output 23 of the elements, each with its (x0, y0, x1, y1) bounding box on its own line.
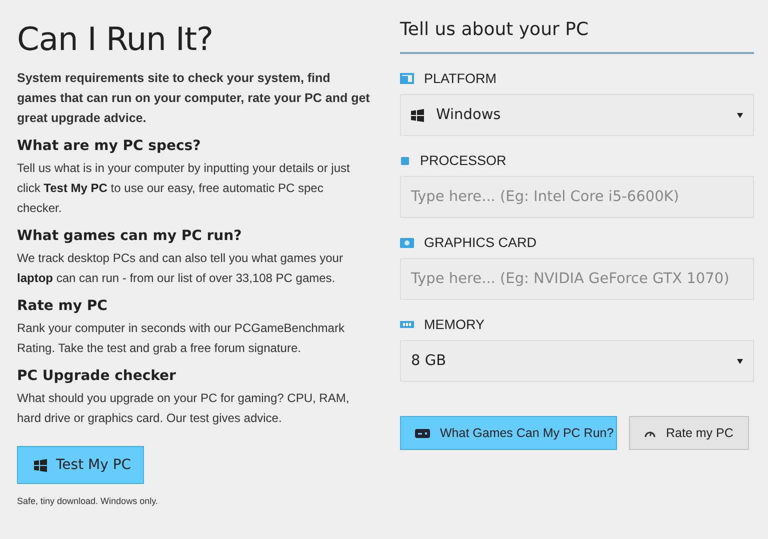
input-field[interactable]: Type here... (Eg: Intel Core i5-6600K) (400, 176, 754, 218)
field-label: MEMORY (424, 317, 485, 332)
section-heading: Rate my PC (17, 298, 108, 314)
field-label: PROCESSOR (420, 153, 506, 168)
rate-button[interactable]: Rate my PC (629, 416, 749, 450)
section-text: Tell us what is in your computer by inputting your details or just click Test My PC to use our easy, free automatic PC spec checker. (17, 160, 351, 217)
dropdown[interactable]: 8 GB (400, 340, 754, 382)
field-label: GRAPHICS CARD (424, 235, 537, 250)
section-heading: PC Upgrade checker (17, 368, 177, 384)
intro-text: System requirements site to check your system, find games that can run on your computer, rate your PC and get great upgrade advice. (17, 70, 370, 127)
download-note: Safe, tiny download. Windows only. (17, 496, 159, 506)
input-field[interactable]: Type here... (Eg: NVIDIA GeForce GTX 1070) (400, 258, 754, 300)
page-title: Can I Run It? (17, 20, 214, 58)
section-text: We track desktop PCs and can also tell you what games your laptop can can run - from our list of over 33,108 PC games. (17, 250, 344, 287)
test-my-pc-button[interactable]: Test My PC (17, 446, 144, 484)
section-text: What should you upgrade on your PC for gaming? CPU, RAM, hard drive or graphics card. Our test gives advice. (17, 390, 350, 427)
section-text: Rank your computer in seconds with our PCGameBenchmark Rating. Take the test and grab a free forum signature. (17, 320, 346, 357)
field-label: PLATFORM (424, 71, 497, 86)
section-heading: What are my PC specs? (17, 138, 202, 154)
section-heading: What games can my PC run? (17, 228, 243, 244)
games-button[interactable]: What Games Can My PC Run? (400, 416, 617, 450)
dropdown[interactable]: Windows (400, 94, 754, 136)
form-heading: Tell us about your PC (400, 19, 754, 54)
